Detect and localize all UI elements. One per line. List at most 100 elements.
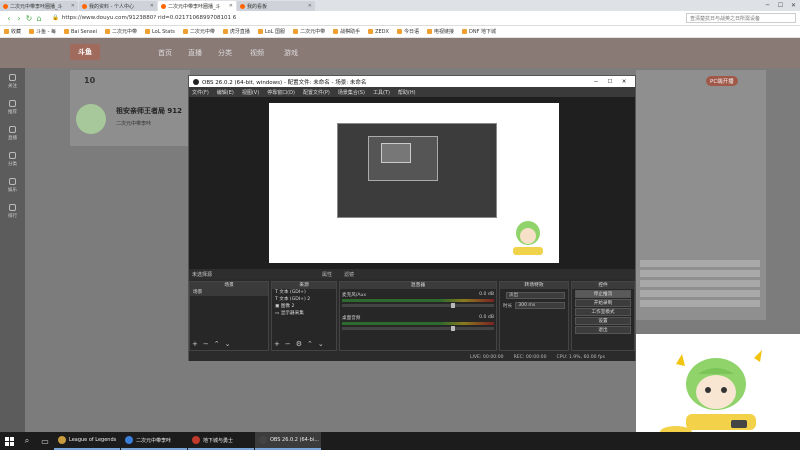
sidebar-item[interactable]: 分类 xyxy=(0,146,25,172)
douyu-favicon-icon xyxy=(3,3,8,9)
maximize-icon[interactable]: ☐ xyxy=(774,2,787,9)
source-item[interactable]: T 文本 (GDI+) xyxy=(272,289,336,296)
bookmark-item[interactable]: 斗鱼 - 每 xyxy=(29,28,56,35)
obs-preview[interactable] xyxy=(189,97,635,269)
sidebar-item[interactable]: 排行 xyxy=(0,198,25,224)
taskbar-app[interactable]: League of Legends xyxy=(54,432,120,450)
preview-canvas[interactable] xyxy=(269,103,559,263)
close-icon[interactable]: ✕ xyxy=(229,3,233,9)
remove-icon[interactable]: − xyxy=(203,340,209,348)
volume-slider[interactable] xyxy=(342,303,494,308)
refresh-icon[interactable]: ↻ xyxy=(24,14,34,23)
obs-menu-item[interactable]: 帮助(H) xyxy=(398,89,416,96)
slider-knob[interactable] xyxy=(451,303,456,308)
streamer-panel: 10 祖安亲师王者局 912 二次元中带李咔 xyxy=(70,70,190,146)
obs-menu-item[interactable]: 视图(V) xyxy=(242,89,259,96)
bookmark-item[interactable]: 收藏 xyxy=(4,28,21,35)
back-icon[interactable]: ‹ xyxy=(4,14,14,23)
browser-tab[interactable]: 二次元中带李咔圈播_斗 ✕ xyxy=(0,1,78,11)
close-icon[interactable]: ✕ xyxy=(308,3,312,9)
start-button[interactable] xyxy=(0,432,18,450)
exit-button[interactable]: 退出 xyxy=(575,326,631,334)
sidebar-item[interactable]: 直播 xyxy=(0,120,25,146)
site-logo[interactable]: 斗鱼 xyxy=(70,44,100,60)
add-icon[interactable]: + xyxy=(274,340,280,348)
remove-icon[interactable]: − xyxy=(285,340,291,348)
avatar[interactable] xyxy=(76,104,106,134)
obs-menu-item[interactable]: 场景集合(S) xyxy=(338,89,365,96)
taskbar-app[interactable]: OBS 26.0.2 (64-bi... xyxy=(255,432,321,450)
maximize-icon[interactable]: ☐ xyxy=(603,79,617,85)
bookmark-item[interactable]: LoL Stats xyxy=(144,29,175,35)
taskbar-app[interactable]: 二次元中带李咔 xyxy=(121,432,187,450)
browser-tab[interactable]: 我的看板 ✕ xyxy=(237,1,315,11)
bookmark-icon xyxy=(4,29,9,34)
obs-menu-item[interactable]: 编辑(E) xyxy=(217,89,234,96)
browser-tab-active[interactable]: 二次元中带李咔圈播_斗 ✕ xyxy=(158,1,236,11)
bookmark-item[interactable]: 二次元中带 xyxy=(104,28,137,35)
sidebar-icon xyxy=(9,203,16,211)
close-icon[interactable]: ✕ xyxy=(150,3,154,9)
close-icon[interactable]: ✕ xyxy=(787,2,800,9)
move-down-icon[interactable]: ⌄ xyxy=(225,340,231,348)
volume-slider[interactable] xyxy=(342,326,494,331)
nav-live[interactable]: 直播 xyxy=(188,48,202,58)
move-up-icon[interactable]: ⌃ xyxy=(307,340,313,348)
obs-menu-item[interactable]: 配置文件(P) xyxy=(303,89,330,96)
bookmark-item[interactable]: 战棋助手 xyxy=(333,28,360,35)
start-recording-button[interactable]: 开始录制 xyxy=(575,299,631,307)
sidebar-item[interactable]: 关注 xyxy=(0,68,25,94)
close-icon[interactable]: ✕ xyxy=(617,79,631,85)
bookmark-item[interactable]: 电视链接 xyxy=(426,28,454,35)
bookmark-item[interactable]: LoL 国服 xyxy=(257,28,285,35)
gear-icon[interactable]: ⚙ xyxy=(296,340,302,348)
scene-item[interactable]: 场景 xyxy=(190,289,268,296)
bookmark-item[interactable]: 今日语 xyxy=(396,28,419,35)
streamer-name[interactable]: 二次元中带李咔 xyxy=(116,120,151,127)
duration-input[interactable]: 300 ms xyxy=(515,302,565,309)
bookmark-item[interactable]: 二次元中带 xyxy=(293,28,325,35)
move-up-icon[interactable]: ⌃ xyxy=(214,340,220,348)
sidebar-item[interactable]: 推荐 xyxy=(0,94,25,120)
studio-mode-button[interactable]: 工作室模式 xyxy=(575,308,631,316)
source-item[interactable]: ▭ 显示器采集 xyxy=(272,310,336,317)
home-icon[interactable]: ⌂ xyxy=(34,14,44,23)
transition-select[interactable]: 淡出 xyxy=(506,292,565,299)
bookmark-item[interactable]: Bai Sensei xyxy=(64,29,97,35)
add-icon[interactable]: + xyxy=(192,340,198,348)
transitions-dock: 转场特效 淡出 时长 300 ms xyxy=(499,281,569,351)
move-down-icon[interactable]: ⌄ xyxy=(318,340,324,348)
nav-home[interactable]: 首页 xyxy=(158,48,172,58)
settings-button[interactable]: 设置 xyxy=(575,317,631,325)
obs-menu-item[interactable]: 文件(F) xyxy=(192,89,209,96)
nav-category[interactable]: 分类 xyxy=(218,48,232,58)
forward-icon[interactable]: › xyxy=(14,14,24,23)
close-icon[interactable]: ✕ xyxy=(71,3,75,9)
filters-button[interactable]: 滤镜 xyxy=(344,271,354,278)
taskbar-app[interactable]: 地下城与勇士 xyxy=(188,432,254,450)
search-icon[interactable]: ⌕ xyxy=(18,432,36,450)
stop-streaming-button[interactable]: 停止推流 xyxy=(575,290,631,298)
slider-knob[interactable] xyxy=(451,326,456,331)
minimize-icon[interactable]: ─ xyxy=(589,79,603,85)
minimize-icon[interactable]: ─ xyxy=(761,2,774,9)
bookmark-item[interactable]: ZEDX xyxy=(368,29,389,35)
properties-button[interactable]: 属性 xyxy=(322,271,332,278)
bookmark-item[interactable]: DNF 地下城 xyxy=(462,28,496,35)
obs-menu-item[interactable]: 工具(T) xyxy=(373,89,390,96)
obs-status-bar: LIVE: 00:00:00 REC: 00:00:00 CPU: 1.9%, … xyxy=(189,353,635,361)
obs-logo-icon xyxy=(193,78,199,85)
browser-tab[interactable]: 我的资料 - 个人中心 ✕ xyxy=(79,1,157,11)
url-field[interactable]: 🔒 https://www.douyu.com/9123880? rid=0.02… xyxy=(52,13,552,23)
source-item[interactable]: T 文本 (GDI+) 2 xyxy=(272,296,336,303)
nav-game[interactable]: 游戏 xyxy=(284,48,298,58)
nav-video[interactable]: 视频 xyxy=(250,48,264,58)
pc-live-button[interactable]: PC端开播 xyxy=(706,76,738,86)
sidebar-item[interactable]: 娱乐 xyxy=(0,172,25,198)
search-input[interactable]: 查清楚抗日与战英之日所需设备 xyxy=(686,13,796,23)
source-item[interactable]: ▣ 图像 2 xyxy=(272,303,336,310)
bookmark-item[interactable]: 虎牙直播 xyxy=(222,28,250,35)
task-view-icon[interactable]: ▭ xyxy=(36,432,54,450)
obs-menu-item[interactable]: 停靠窗口(D) xyxy=(267,89,295,96)
bookmark-item[interactable]: 二次元中带 xyxy=(182,28,215,35)
